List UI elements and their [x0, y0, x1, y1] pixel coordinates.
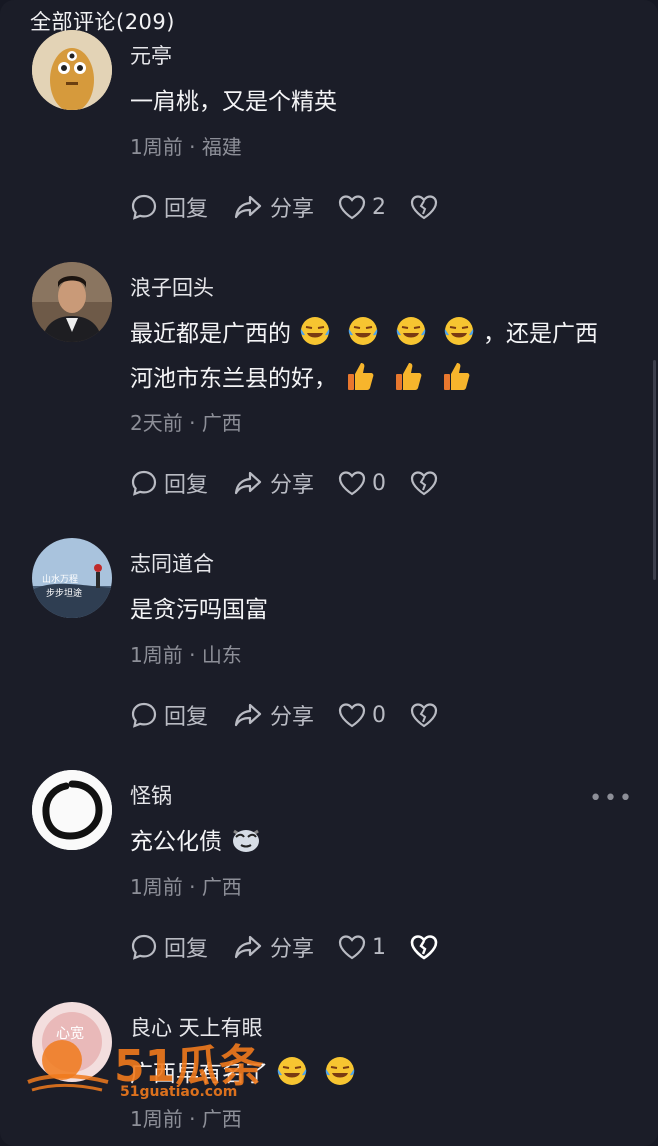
like-count: 1	[372, 934, 387, 960]
share-button[interactable]: 分享	[232, 699, 314, 731]
share-arrow-icon	[234, 195, 262, 219]
laugh-cry-emoji-icon	[300, 317, 330, 345]
avatar[interactable]	[32, 770, 112, 850]
reply-button[interactable]: 回复	[130, 191, 208, 223]
comment-meta: 1周前 · 广西	[130, 875, 242, 899]
avatar-image: 山水万程 步步坦途	[32, 538, 112, 618]
reply-button[interactable]: 回复	[130, 931, 208, 963]
laugh-cry-emoji-icon	[444, 317, 474, 345]
dislike-button[interactable]	[410, 194, 444, 220]
more-options-button[interactable]: •••	[589, 786, 634, 811]
comment-author[interactable]: 怪锅	[130, 780, 172, 810]
comment-actions: 回复 分享 1	[130, 932, 468, 962]
comments-panel: 全部评论(209) 元亭 一肩桃，又是个精英 1周前 · 福建 回复 分享 2 …	[0, 0, 658, 1146]
thumbs-up-emoji-icon	[348, 363, 374, 390]
comment-bubble-icon	[131, 702, 157, 728]
reply-button[interactable]: 回复	[130, 699, 208, 731]
comment-location: 广西	[201, 875, 242, 899]
comment-text: 是贪污吗国富	[130, 597, 268, 623]
comment-actions: 回复 分享 2	[130, 192, 468, 222]
comment-meta: 1周前 · 福建	[130, 135, 242, 159]
cat-face-emoji-icon	[233, 829, 259, 852]
comment-author[interactable]: 元亭	[130, 40, 172, 70]
thumbs-up-emoji-icon	[396, 363, 422, 390]
dislike-button-active[interactable]	[410, 934, 444, 960]
svg-text:山水万程: 山水万程	[42, 573, 78, 585]
dislike-button[interactable]	[410, 470, 444, 496]
heart-icon	[338, 703, 366, 728]
watermark-url: 51guatiao.com	[120, 1084, 238, 1100]
avatar-image	[32, 770, 112, 850]
laugh-cry-emoji-icon	[325, 1057, 355, 1085]
comment-author[interactable]: 志同道合	[130, 548, 214, 578]
laugh-cry-emoji-icon	[348, 317, 378, 345]
broken-heart-icon	[410, 935, 438, 960]
like-button[interactable]: 2	[338, 194, 386, 220]
share-arrow-icon	[234, 935, 262, 959]
comment-bubble-icon	[131, 934, 157, 960]
comment-time: 2天前	[130, 411, 183, 435]
avatar[interactable]	[32, 30, 112, 110]
avatar[interactable]: 山水万程 步步坦途	[32, 538, 112, 618]
comment-meta: 1周前 · 广西	[130, 1107, 242, 1131]
comment-location: 福建	[201, 135, 242, 159]
comment-location: 广西	[201, 1107, 242, 1131]
laugh-cry-emoji-icon	[396, 317, 426, 345]
svg-text:步步坦途: 步步坦途	[46, 587, 82, 599]
avatar-image	[32, 30, 112, 110]
broken-heart-icon	[410, 471, 438, 496]
broken-heart-icon	[410, 703, 438, 728]
comment-text: 最近都是广西的 ，还是广西 河池市东兰县的好，	[130, 312, 640, 402]
like-button[interactable]: 0	[338, 470, 386, 496]
like-button[interactable]: 1	[338, 934, 386, 960]
reply-button[interactable]: 回复	[130, 467, 208, 499]
share-button[interactable]: 分享	[232, 931, 314, 963]
comment-bubble-icon	[131, 194, 157, 220]
scrollbar[interactable]	[653, 360, 656, 580]
comment-author[interactable]: 浪子回头	[130, 272, 214, 302]
heart-icon	[338, 471, 366, 496]
comment-time: 1周前	[130, 1107, 183, 1131]
comment-actions: 回复 分享 0	[130, 700, 468, 730]
like-count: 0	[372, 470, 387, 496]
share-button[interactable]: 分享	[232, 191, 314, 223]
comments-header: 全部评论(209)	[30, 10, 175, 34]
like-button[interactable]: 0	[338, 702, 386, 728]
comment-location: 广西	[201, 411, 242, 435]
comment-text: 一肩桃，又是个精英	[130, 89, 337, 115]
thumbs-up-emoji-icon	[444, 363, 470, 390]
share-button[interactable]: 分享	[232, 467, 314, 499]
heart-icon	[338, 195, 366, 220]
broken-heart-icon	[410, 195, 438, 220]
avatar-image	[32, 262, 112, 342]
comment-actions: 回复 分享 0	[130, 468, 468, 498]
comment-time: 1周前	[130, 643, 183, 667]
comment-bubble-icon	[131, 470, 157, 496]
comment-time: 1周前	[130, 875, 183, 899]
watermark-logo: 51瓜条 51guatiao.com	[22, 1030, 292, 1102]
comment-time: 1周前	[130, 135, 183, 159]
comment-meta: 2天前 · 广西	[130, 411, 242, 435]
comment-location: 山东	[201, 643, 242, 667]
heart-icon	[338, 935, 366, 960]
like-count: 2	[372, 194, 387, 220]
comment-text: 充公化债	[130, 820, 640, 865]
share-arrow-icon	[234, 471, 262, 495]
avatar[interactable]	[32, 262, 112, 342]
share-arrow-icon	[234, 703, 262, 727]
like-count: 0	[372, 702, 387, 728]
dislike-button[interactable]	[410, 702, 444, 728]
comment-meta: 1周前 · 山东	[130, 643, 242, 667]
